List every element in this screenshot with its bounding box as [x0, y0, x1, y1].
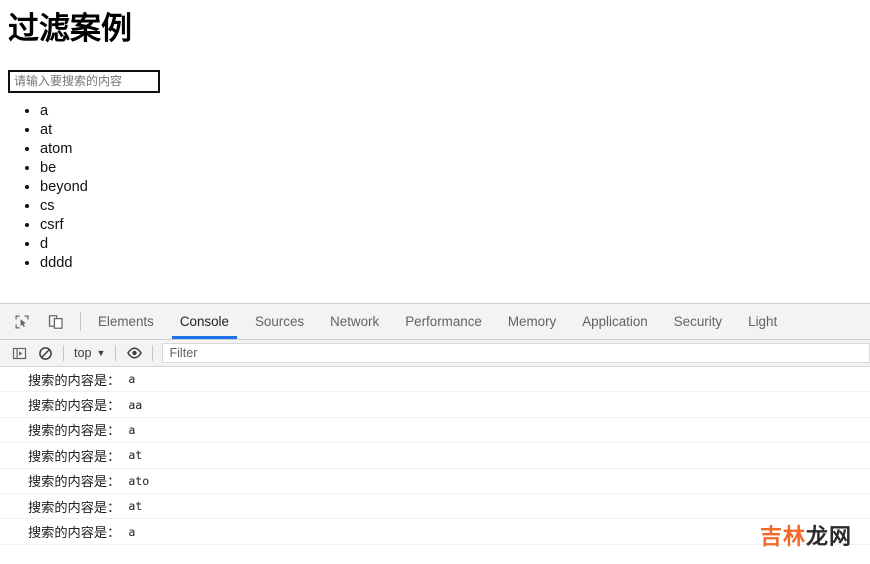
devtools-tab-list: Elements Console Sources Network Performance… — [85, 304, 870, 339]
web-page-content: 过滤案例 aatatombebeyondcscsrfddddd — [0, 0, 870, 303]
console-sidebar-icon[interactable] — [6, 342, 32, 364]
tab-light[interactable]: Light — [735, 304, 790, 339]
list-item: cs — [40, 197, 88, 216]
clear-console-icon[interactable] — [32, 342, 58, 364]
console-message-label: 搜索的内容是： — [28, 499, 121, 515]
tab-sources[interactable]: Sources — [242, 304, 317, 339]
console-message-value: a — [128, 422, 136, 437]
console-toolbar-divider-3 — [152, 345, 154, 361]
console-message-row[interactable]: 搜索的内容是： aa — [0, 392, 870, 418]
list-item: dddd — [40, 254, 88, 273]
list-item-label: beyond — [40, 179, 88, 195]
list-item: a — [40, 102, 88, 121]
console-message-row[interactable]: 搜索的内容是： a — [0, 418, 870, 444]
console-message-row[interactable]: 搜索的内容是： at — [0, 443, 870, 469]
console-message-label: 搜索的内容是： — [28, 372, 121, 388]
live-expression-icon[interactable] — [121, 342, 147, 364]
console-message-value: a — [128, 372, 136, 387]
console-message-label: 搜索的内容是： — [28, 525, 121, 541]
console-message-row[interactable]: 搜索的内容是： a — [0, 367, 870, 393]
console-message-value: a — [128, 524, 136, 539]
tab-console[interactable]: Console — [167, 304, 242, 339]
console-message-row[interactable]: 搜索的内容是： a — [0, 519, 870, 545]
console-message-label: 搜索的内容是： — [28, 448, 121, 464]
console-toolbar-divider-1 — [63, 345, 64, 361]
tab-application[interactable]: Application — [569, 304, 661, 339]
device-toolbar-icon[interactable] — [42, 309, 70, 335]
inspect-element-icon[interactable] — [8, 309, 36, 335]
console-message-value: at — [128, 499, 143, 514]
chevron-down-icon: ▼ — [96, 347, 106, 358]
screenshot-root: 过滤案例 aatatombebeyondcscsrfddddd — [0, 0, 870, 564]
list-item-label: cs — [40, 198, 55, 214]
console-message-row[interactable]: 搜索的内容是： ato — [0, 469, 870, 494]
console-toolbar: top ▼ — [0, 340, 870, 367]
console-toolbar-divider-2 — [115, 345, 117, 361]
search-input[interactable] — [8, 70, 160, 93]
list-item: beyond — [40, 178, 88, 197]
tab-elements[interactable]: Elements — [85, 304, 167, 339]
list-item: csrf — [40, 216, 88, 235]
toolbar-divider — [80, 312, 81, 331]
console-filter-input[interactable] — [162, 343, 870, 363]
console-message-list[interactable]: 搜索的内容是： a 搜索的内容是： aa 搜索的内容是： a 搜索的内容是： at 搜索的内容是… — [0, 367, 870, 563]
console-message-value: aa — [128, 397, 143, 412]
list-item-label: csrf — [40, 217, 64, 233]
list-item: at — [40, 121, 88, 140]
tab-memory[interactable]: Memory — [495, 304, 569, 339]
console-message-label: 搜索的内容是： — [28, 423, 121, 439]
list-item-label: a — [40, 103, 49, 119]
list-item: be — [40, 159, 88, 178]
console-message-label: 搜索的内容是： — [28, 398, 121, 414]
devtools-panel: Elements Console Sources Network Performance… — [0, 303, 870, 564]
list-item: atom — [40, 140, 88, 159]
console-context-label: top — [74, 346, 92, 360]
list-item-label: atom — [40, 141, 73, 157]
devtools-tool-icons — [0, 304, 76, 339]
list-item-label: d — [40, 236, 49, 252]
tab-performance[interactable]: Performance — [392, 304, 495, 339]
tab-security[interactable]: Security — [661, 304, 735, 339]
console-message-row[interactable]: 搜索的内容是： at — [0, 494, 870, 520]
devtools-tabbar: Elements Console Sources Network Performance… — [0, 304, 870, 340]
console-message-value: at — [128, 448, 143, 463]
list-item: d — [40, 235, 88, 254]
tab-network[interactable]: Network — [317, 304, 392, 339]
list-item-label: at — [40, 122, 53, 138]
list-item-label: dddd — [40, 255, 73, 271]
filtered-word-list: aatatombebeyondcscsrfddddd — [0, 102, 88, 273]
console-message-value: ato — [128, 473, 150, 488]
console-context-selector[interactable]: top ▼ — [69, 343, 110, 363]
page-title: 过滤案例 — [8, 11, 132, 46]
list-item-label: be — [40, 160, 57, 176]
console-message-label: 搜索的内容是： — [28, 474, 121, 490]
